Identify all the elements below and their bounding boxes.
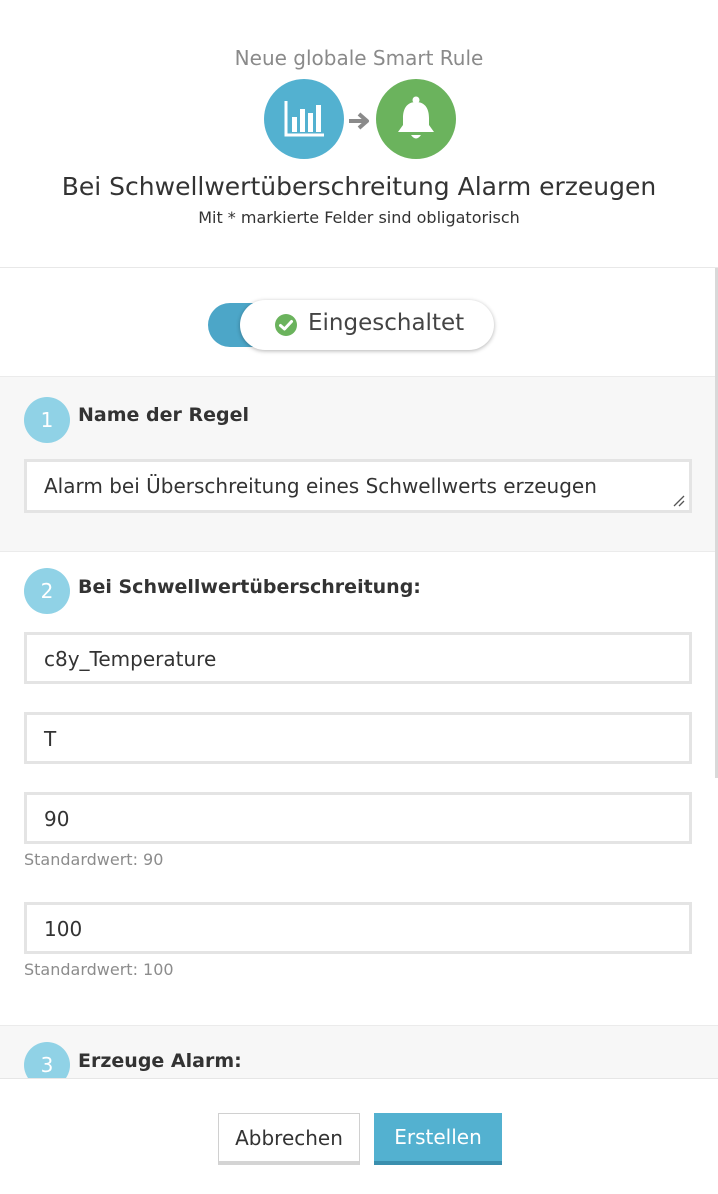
check-circle-icon (275, 314, 297, 336)
section-create-alarm: 3 Erzeuge Alarm: (0, 1025, 718, 1078)
min-value-input[interactable]: 90 (24, 792, 692, 844)
fragment-value: c8y_Temperature (44, 647, 217, 671)
dialog-title: Bei Schwellwertüberschreitung Alarm erze… (61, 172, 657, 201)
series-input[interactable]: T (24, 712, 692, 764)
fragment-input[interactable]: c8y_Temperature (24, 632, 692, 684)
step-badge-2: 2 (24, 568, 70, 614)
toggle-knob[interactable]: Eingeschaltet (240, 300, 494, 350)
section-threshold: 2 Bei Schwellwertüberschreitung: c8y_Tem… (0, 551, 718, 1025)
bell-icon (376, 79, 456, 159)
section-rule-name: 1 Name der Regel Alarm bei Überschreitun… (0, 376, 718, 551)
form-scroll-area[interactable]: Eingeschaltet 1 Name der Regel Alarm bei… (0, 268, 718, 1078)
active-toggle[interactable]: Eingeschaltet (208, 300, 494, 350)
max-value-help: Standardwert: 100 (24, 960, 174, 979)
arrow-right-icon (349, 112, 369, 130)
dialog-footer: Abbrechen Erstellen (0, 1078, 718, 1194)
section-title-create-alarm: Erzeuge Alarm: (78, 1050, 242, 1072)
series-value: T (44, 727, 57, 751)
toggle-zone: Eingeschaltet (0, 268, 718, 376)
resize-grip-icon[interactable] (671, 493, 685, 507)
cancel-button[interactable]: Abbrechen (218, 1113, 360, 1165)
max-value-input[interactable]: 100 (24, 902, 692, 954)
toggle-label: Eingeschaltet (308, 310, 465, 336)
create-button[interactable]: Erstellen (374, 1113, 502, 1165)
min-value: 90 (44, 807, 70, 831)
rule-name-textarea[interactable]: Alarm bei Überschreitung eines Schwellwe… (24, 459, 692, 513)
section-title-threshold: Bei Schwellwertüberschreitung: (78, 576, 421, 598)
required-fields-note: Mit * markierte Felder sind obligatorisc… (198, 208, 520, 227)
dialog-header: Neue globale Smart Rule Bei Schwellwertü… (0, 0, 718, 268)
dialog-subtitle: Neue globale Smart Rule (234, 46, 484, 70)
bar-chart-icon (264, 79, 344, 159)
min-value-help: Standardwert: 90 (24, 850, 164, 869)
step-badge-3: 3 (24, 1042, 70, 1078)
section-title-rule-name: Name der Regel (78, 404, 250, 426)
step-badge-1: 1 (24, 397, 70, 443)
rule-name-value: Alarm bei Überschreitung eines Schwellwe… (44, 474, 597, 498)
max-value: 100 (44, 917, 83, 941)
